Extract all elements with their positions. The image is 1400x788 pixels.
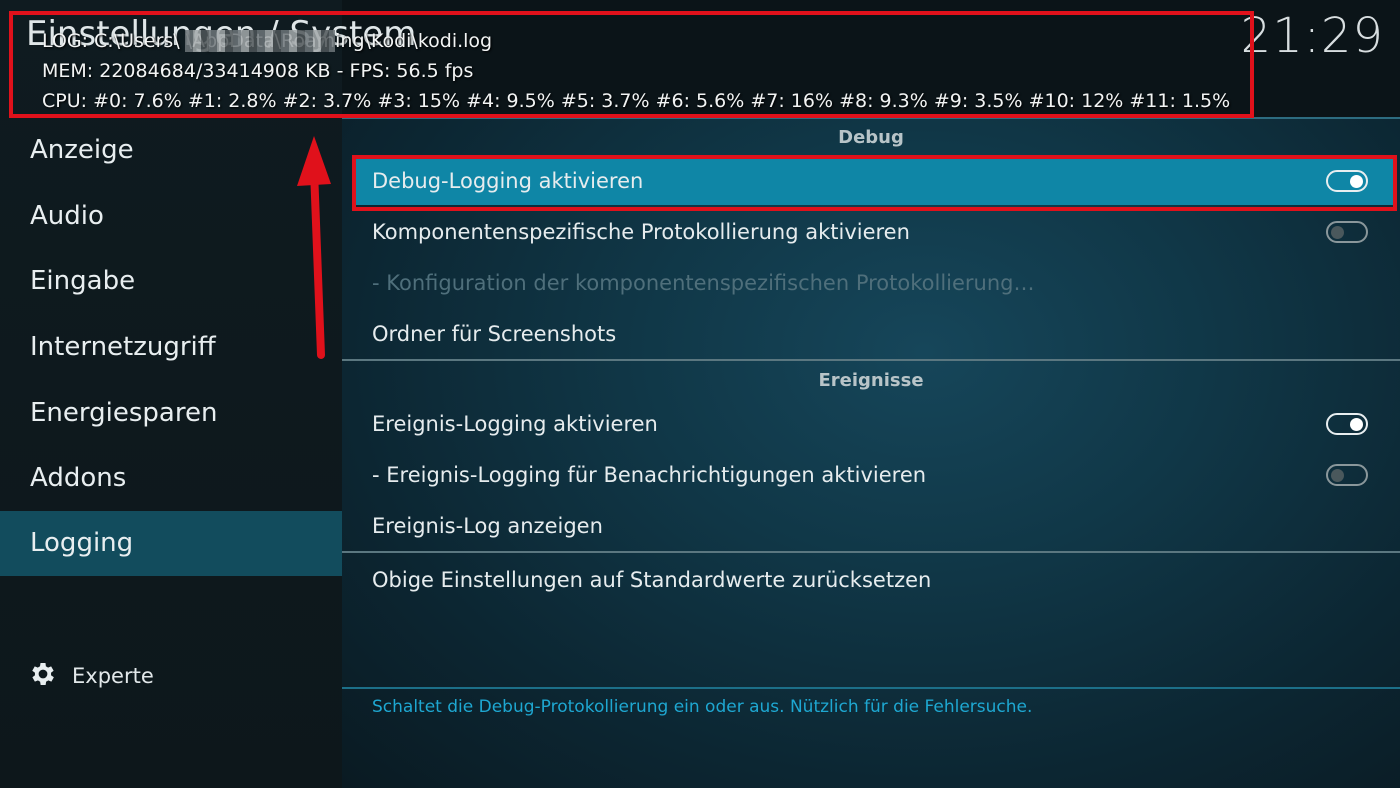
kodi-settings-screen: Anzeige Audio Eingabe Internetzugriff En…	[0, 0, 1400, 788]
toggle-switch-off[interactable]	[1326, 464, 1368, 486]
setting-event-logging[interactable]: Ereignis-Logging aktivieren	[352, 400, 1396, 448]
sidebar: Anzeige Audio Eingabe Internetzugriff En…	[0, 0, 342, 788]
setting-component-logging-config: - Konfiguration der komponentenspezifisc…	[352, 259, 1396, 307]
setting-label: - Ereignis-Logging für Benachrichtigunge…	[372, 463, 927, 487]
annotation-arrow-icon	[297, 136, 331, 359]
sidebar-item-addons[interactable]: Addons	[0, 446, 342, 510]
settings-level-label: Experte	[72, 664, 154, 688]
setting-component-logging[interactable]: Komponentenspezifische Protokollierung a…	[352, 208, 1396, 256]
gear-icon	[28, 659, 58, 694]
setting-label: Komponentenspezifische Protokollierung a…	[372, 220, 910, 244]
setting-label: Obige Einstellungen auf Standardwerte zu…	[372, 568, 932, 592]
toggle-switch-on[interactable]	[1326, 413, 1368, 435]
clock: 21:29	[1240, 8, 1384, 64]
help-divider	[342, 687, 1400, 689]
section-divider	[342, 551, 1400, 553]
sidebar-item-logging[interactable]: Logging	[0, 511, 342, 576]
setting-label: Ereignis-Logging aktivieren	[372, 412, 658, 436]
setting-show-event-log[interactable]: Ereignis-Log anzeigen	[352, 502, 1396, 550]
setting-label: - Konfiguration der komponentenspezifisc…	[372, 271, 1035, 295]
annotation-box-overlay	[9, 11, 1254, 118]
setting-label: Ordner für Screenshots	[372, 322, 617, 346]
settings-panel: Debug Debug-Logging aktivieren Komponent…	[342, 117, 1400, 788]
help-text: Schaltet die Debug-Protokollierung ein o…	[372, 697, 1033, 717]
section-divider	[342, 359, 1400, 361]
setting-reset-defaults[interactable]: Obige Einstellungen auf Standardwerte zu…	[352, 556, 1396, 604]
sidebar-item-energiesparen[interactable]: Energiesparen	[0, 381, 342, 445]
setting-label: Ereignis-Log anzeigen	[372, 514, 603, 538]
toggle-switch-off[interactable]	[1326, 221, 1368, 243]
annotation-box-debug-setting	[352, 155, 1397, 211]
section-header-events: Ereignisse	[818, 370, 924, 391]
settings-level-button[interactable]: Experte	[28, 656, 154, 696]
setting-event-logging-notifications[interactable]: - Ereignis-Logging für Benachrichtigunge…	[352, 451, 1396, 499]
section-header-debug: Debug	[838, 127, 904, 148]
setting-screenshot-folder[interactable]: Ordner für Screenshots	[352, 310, 1396, 358]
